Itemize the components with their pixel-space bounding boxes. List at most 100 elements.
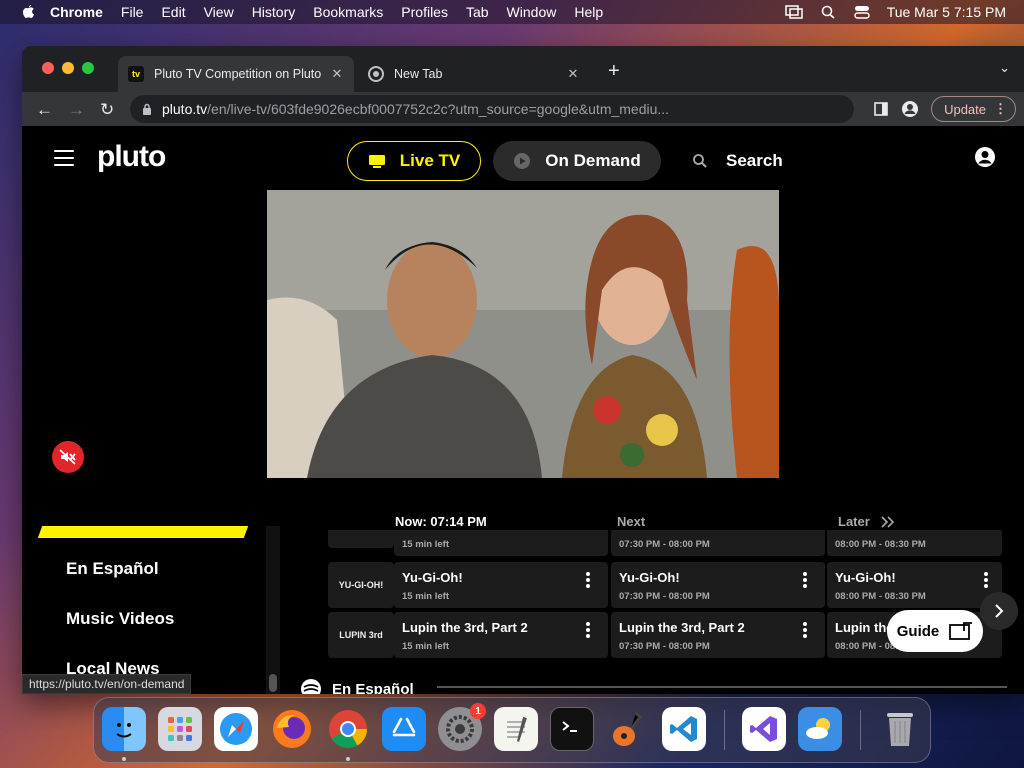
address-bar[interactable]: pluto.tv /en/live-tv/603fde9026ecbf00077…	[130, 95, 854, 123]
vscode-icon[interactable]	[662, 707, 706, 751]
menu-app-name[interactable]: Chrome	[50, 4, 103, 20]
close-window-button[interactable]	[42, 62, 54, 74]
guide-expand-icon	[949, 622, 973, 640]
program-cell-next[interactable]: Lupin the 3rd, Part 2 07:30 PM - 08:00 P…	[611, 612, 825, 658]
menu-profiles[interactable]: Profiles	[401, 4, 448, 20]
search-button[interactable]: Search	[692, 141, 783, 181]
menu-file[interactable]: File	[121, 4, 144, 20]
menu-bar: Chrome File Edit View History Bookmarks …	[0, 0, 1024, 24]
url-path: /en/live-tv/603fde9026ecbf0007752c2c?utm…	[207, 101, 670, 117]
program-cell[interactable]: 07:30 PM - 08:00 PM	[611, 530, 825, 556]
menu-bookmarks[interactable]: Bookmarks	[313, 4, 383, 20]
live-tv-button[interactable]: Live TV	[347, 141, 481, 181]
program-cell[interactable]: 08:00 PM - 08:30 PM	[827, 530, 1002, 556]
chrome-icon[interactable]	[326, 707, 370, 751]
visual-studio-icon[interactable]	[742, 707, 786, 751]
live-tv-label: Live TV	[399, 151, 461, 170]
dock-separator	[724, 710, 725, 750]
guide-label: Guide	[896, 622, 940, 640]
guide-button[interactable]: Guide	[887, 610, 983, 652]
guide-scroll-right-button[interactable]	[980, 592, 1018, 630]
finder-icon[interactable]	[102, 707, 146, 751]
browser-window: tv Pluto TV Competition on Pluto ✕ New T…	[22, 46, 1024, 694]
muted-speaker-icon	[59, 449, 76, 465]
lock-icon[interactable]	[142, 103, 152, 115]
trash-icon[interactable]	[878, 707, 922, 751]
program-title: Yu-Gi-Oh!	[402, 570, 463, 585]
minimize-window-button[interactable]	[62, 62, 74, 74]
video-player[interactable]	[267, 190, 779, 478]
double-chevron-right-icon[interactable]	[880, 515, 896, 528]
category-scrollbar[interactable]	[266, 526, 280, 694]
close-tab-icon[interactable]: ✕	[330, 66, 344, 82]
more-options-icon[interactable]	[586, 572, 590, 590]
menu-edit[interactable]: Edit	[161, 4, 185, 20]
spotlight-search-icon[interactable]	[819, 5, 837, 19]
more-options-icon[interactable]	[586, 622, 590, 640]
notification-badge: 1	[470, 703, 486, 719]
apple-icon[interactable]	[20, 4, 36, 20]
screen-mirroring-icon[interactable]	[784, 5, 803, 19]
control-center-icon[interactable]	[853, 5, 871, 19]
safari-icon[interactable]	[214, 707, 258, 751]
menu-window[interactable]: Window	[507, 4, 557, 20]
tv-icon	[368, 155, 385, 168]
launchpad-icon[interactable]	[158, 707, 202, 751]
scrollbar-thumb[interactable]	[269, 674, 277, 692]
weather-icon[interactable]	[798, 707, 842, 751]
garageband-icon[interactable]	[606, 707, 650, 751]
more-menu-icon[interactable]: ⋮	[994, 101, 1007, 117]
program-cell-now[interactable]: Lupin the 3rd, Part 2 15 min left	[394, 612, 608, 658]
chevron-right-icon	[995, 604, 1004, 618]
category-en-espanol[interactable]: En Español	[66, 559, 159, 579]
pluto-logo[interactable]: pluto	[97, 140, 166, 174]
tab-search-chevron-icon[interactable]: ⌄	[999, 60, 1010, 76]
search-icon	[693, 154, 707, 168]
close-tab-icon[interactable]: ✕	[566, 66, 580, 82]
zoom-window-button[interactable]	[82, 62, 94, 74]
terminal-icon[interactable]	[550, 707, 594, 751]
reload-button[interactable]: ↻	[100, 100, 114, 120]
pluto-favicon-icon: tv	[128, 66, 144, 82]
more-options-icon[interactable]	[803, 572, 807, 590]
forward-button[interactable]: →	[68, 100, 85, 120]
program-cell-next[interactable]: Yu-Gi-Oh! 07:30 PM - 08:00 PM	[611, 562, 825, 608]
program-cell-now[interactable]: Yu-Gi-Oh! 15 min left	[394, 562, 608, 608]
tab-pluto[interactable]: tv Pluto TV Competition on Pluto ✕	[118, 56, 354, 92]
category-music-videos[interactable]: Music Videos	[66, 609, 174, 629]
program-time: 07:30 PM - 08:00 PM	[619, 539, 710, 550]
update-button[interactable]: Update ⋮	[931, 96, 1016, 122]
channel-logo[interactable]	[328, 530, 394, 548]
program-cell-later[interactable]: Yu-Gi-Oh! 08:00 PM - 08:30 PM	[827, 562, 1002, 608]
menu-view[interactable]: View	[204, 4, 234, 20]
category-icon	[301, 679, 321, 694]
hamburger-menu-icon[interactable]	[54, 150, 74, 171]
firefox-icon[interactable]	[270, 707, 314, 751]
chrome-favicon-icon	[368, 66, 384, 82]
more-options-icon[interactable]	[803, 622, 807, 640]
channel-logo-yugioh[interactable]: YU-GI-OH!	[328, 562, 394, 608]
textedit-icon[interactable]	[494, 707, 538, 751]
program-cell[interactable]: 15 min left	[394, 530, 608, 556]
more-options-icon[interactable]	[984, 572, 988, 590]
app-store-icon[interactable]	[382, 707, 426, 751]
channel-logo-lupin[interactable]: LUPIN 3rd	[328, 612, 394, 658]
program-time: 07:30 PM - 08:00 PM	[619, 641, 710, 652]
program-time: 15 min left	[402, 539, 449, 550]
menu-clock[interactable]: Tue Mar 5 7:15 PM	[887, 4, 1006, 20]
on-demand-button[interactable]: On Demand	[493, 141, 661, 181]
menu-help[interactable]: Help	[574, 4, 603, 20]
tab-new-tab[interactable]: New Tab ✕	[358, 56, 590, 92]
mute-toggle-button[interactable]	[52, 441, 84, 473]
program-time: 07:30 PM - 08:00 PM	[619, 591, 710, 602]
guide-later-header[interactable]: Later	[838, 514, 896, 529]
account-icon[interactable]	[974, 146, 996, 168]
menu-history[interactable]: History	[252, 4, 296, 20]
program-title: Yu-Gi-Oh!	[619, 570, 680, 585]
new-tab-button[interactable]: +	[608, 60, 620, 83]
profile-icon[interactable]	[901, 100, 919, 118]
system-settings-icon[interactable]: 1	[438, 703, 486, 751]
back-button[interactable]: ←	[36, 100, 53, 120]
menu-tab[interactable]: Tab	[466, 4, 489, 20]
side-panel-icon[interactable]	[873, 101, 889, 117]
